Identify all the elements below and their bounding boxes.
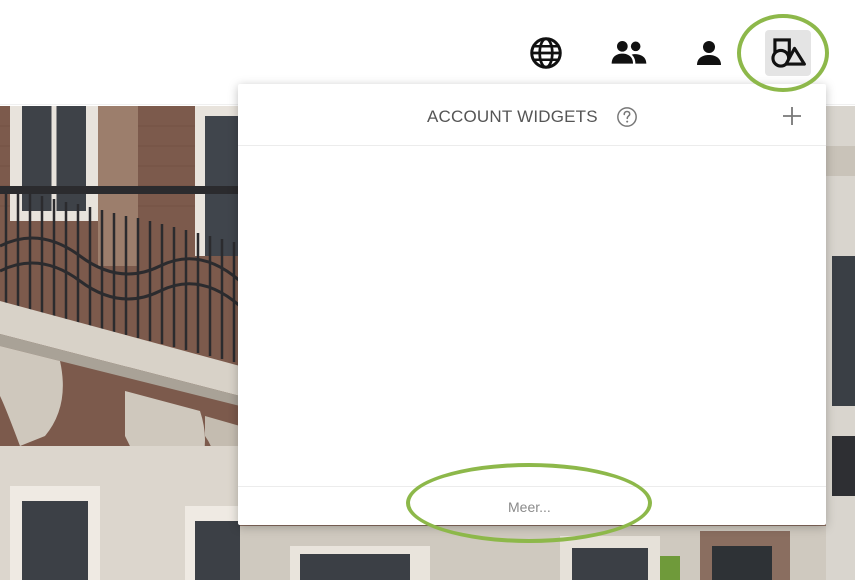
add-widget-button[interactable] — [778, 102, 806, 130]
account-button[interactable] — [686, 30, 732, 76]
panel-footer: Meer... — [238, 486, 826, 525]
globe-icon — [530, 37, 562, 69]
widgets-button[interactable] — [765, 30, 811, 76]
help-circle-icon[interactable] — [616, 106, 638, 128]
language-button[interactable] — [523, 30, 569, 76]
panel-header: ACCOUNT WIDGETS — [238, 84, 826, 146]
group-icon — [611, 41, 647, 64]
account-widgets-panel: ACCOUNT WIDGETS Meer... — [238, 84, 826, 525]
panel-title: ACCOUNT WIDGETS — [427, 107, 598, 126]
more-link[interactable]: Meer... — [508, 499, 551, 515]
group-button[interactable] — [606, 30, 652, 76]
widgets-list — [238, 146, 826, 486]
widgets-icon — [771, 38, 806, 68]
person-icon — [697, 41, 721, 65]
